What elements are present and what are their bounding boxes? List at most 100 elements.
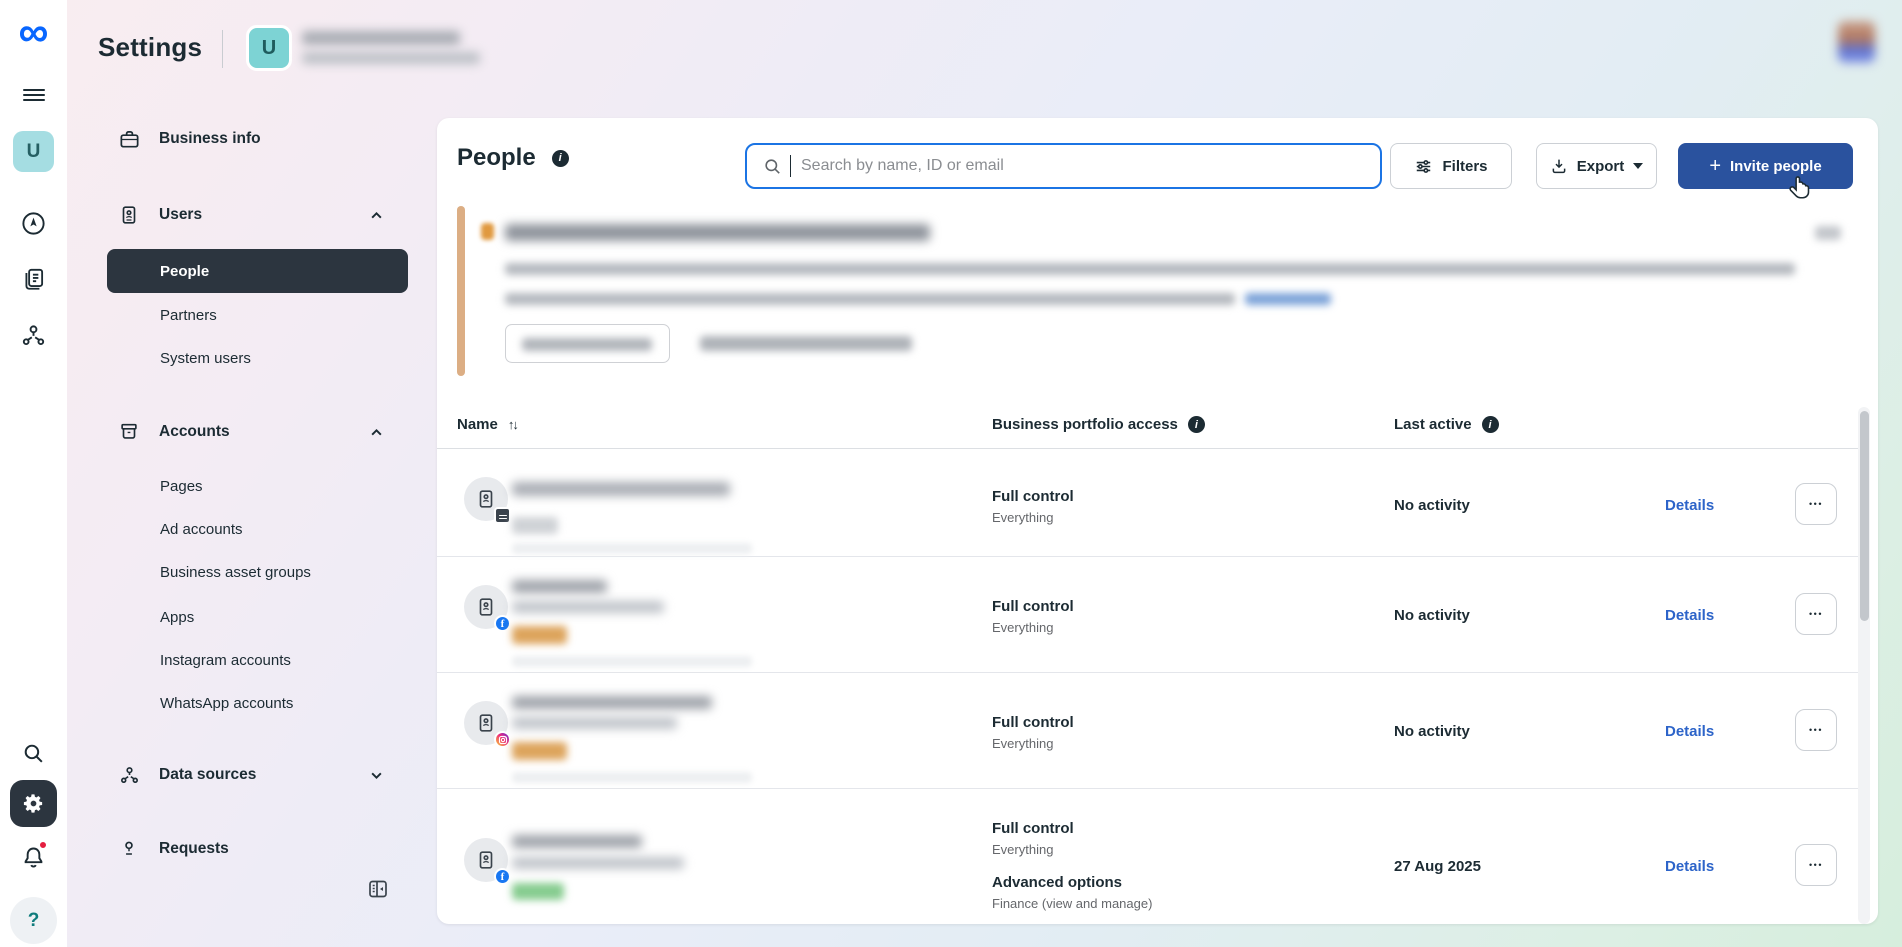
sidebar-section-requests[interactable]: Requests	[117, 834, 229, 864]
meta-logo-icon[interactable]: ∞	[0, 6, 67, 58]
access-level: Full control	[992, 820, 1152, 837]
plus-icon: +	[1709, 156, 1721, 176]
banner-title-redacted	[505, 224, 930, 241]
sort-icon[interactable]: ↑↓	[508, 417, 517, 432]
left-rail: ∞ U ?	[0, 0, 67, 947]
last-active-info-icon[interactable]: i	[1482, 416, 1499, 433]
details-link[interactable]: Details	[1665, 858, 1714, 875]
email-redacted	[512, 857, 684, 869]
access-scope: Everything	[992, 842, 1152, 857]
sidebar-item-system-users[interactable]: System users	[160, 343, 251, 373]
collapse-sidebar-icon[interactable]	[360, 871, 396, 907]
chevron-down-icon[interactable]	[370, 769, 382, 781]
email-redacted	[512, 482, 730, 496]
row-menu-button[interactable]: •••	[1795, 709, 1837, 751]
table-row: f Full control Everything No activity De…	[437, 558, 1858, 673]
access-scope: Everything	[992, 510, 1074, 525]
briefcase-icon	[117, 127, 141, 151]
banner-text-redacted	[505, 263, 1795, 275]
banner-dismiss[interactable]	[1815, 226, 1841, 240]
name-redacted	[512, 580, 607, 593]
sidebar-item-partners[interactable]: Partners	[160, 300, 217, 330]
avatar: f	[464, 838, 508, 882]
download-icon	[1550, 157, 1568, 175]
scrollbar-thumb[interactable]	[1860, 411, 1869, 621]
access-scope: Everything	[992, 736, 1074, 751]
chevron-up-icon[interactable]	[370, 426, 382, 438]
user-profile-photo[interactable]	[1838, 21, 1875, 63]
chevron-up-icon[interactable]	[370, 209, 382, 221]
business-portfolio-icon[interactable]	[11, 262, 56, 296]
search-input[interactable]	[801, 157, 1380, 175]
details-link[interactable]: Details	[1665, 497, 1714, 514]
people-panel: People i Filters Export + Invite people	[437, 118, 1878, 924]
banner-accent-bar	[457, 206, 465, 376]
access-scope: Everything	[992, 620, 1074, 635]
menu-icon[interactable]	[11, 78, 56, 112]
name-redacted	[512, 835, 642, 848]
export-button[interactable]: Export	[1536, 143, 1657, 189]
row-menu-button[interactable]: •••	[1795, 844, 1837, 886]
active-chip-redacted	[512, 883, 564, 900]
sidebar-item-apps[interactable]: Apps	[160, 602, 194, 632]
person-icon	[117, 837, 141, 861]
sidebar-section-users[interactable]: Users	[117, 200, 202, 230]
invite-people-button[interactable]: + Invite people	[1678, 143, 1853, 189]
access-info-icon[interactable]: i	[1188, 416, 1205, 433]
filters-button[interactable]: Filters	[1390, 143, 1512, 189]
details-link[interactable]: Details	[1665, 607, 1714, 624]
banner-secondary-link[interactable]	[700, 336, 912, 351]
pending-chip-redacted	[512, 742, 567, 760]
table-row: Full control Everything No activity Deta…	[437, 674, 1858, 789]
access-level: Full control	[992, 714, 1074, 731]
row-menu-button[interactable]: •••	[1795, 593, 1837, 635]
notification-badge	[38, 840, 48, 850]
id-card-icon	[117, 203, 141, 227]
warning-icon	[481, 223, 494, 240]
notifications-icon[interactable]	[11, 840, 56, 874]
network-icon	[117, 763, 141, 787]
people-info-icon[interactable]: i	[552, 150, 569, 167]
avatar: f	[464, 585, 508, 629]
settings-icon[interactable]	[10, 780, 57, 827]
banner-action-button[interactable]	[505, 324, 670, 363]
row-menu-button[interactable]: •••	[1795, 483, 1837, 525]
column-access: Business portfolio access i	[992, 416, 1205, 433]
banner-link-redacted[interactable]	[1245, 293, 1331, 305]
box-icon	[117, 420, 141, 444]
settings-nav: Business info Users People Partners Syst…	[67, 0, 437, 947]
table-header: Name ↑↓ Business portfolio access i Last…	[437, 406, 1858, 449]
sidebar-section-accounts[interactable]: Accounts	[117, 417, 230, 447]
ads-manager-icon[interactable]	[11, 206, 56, 240]
status-chip-redacted	[512, 517, 558, 534]
sidebar-item-business-asset-groups[interactable]: Business asset groups	[160, 557, 311, 587]
scrollbar-track[interactable]	[1858, 407, 1870, 924]
pending-chip-redacted	[512, 626, 567, 644]
sidebar-item-people[interactable]: People	[107, 249, 408, 293]
avatar	[464, 701, 508, 745]
banner-text-redacted	[505, 293, 1235, 305]
facebook-badge-icon: f	[494, 615, 511, 632]
table-row: Full control Everything No activity Deta…	[437, 455, 1858, 557]
sidebar-item-whatsapp-accounts[interactable]: WhatsApp accounts	[160, 688, 293, 718]
column-name[interactable]: Name ↑↓	[457, 416, 517, 433]
caret-down-icon	[1633, 163, 1643, 169]
search-bar[interactable]	[745, 143, 1382, 189]
sidebar-item-instagram-accounts[interactable]: Instagram accounts	[160, 645, 291, 675]
name-redacted	[512, 696, 712, 709]
sidebar-section-data-sources[interactable]: Data sources	[117, 760, 256, 790]
notice-banner	[457, 206, 1844, 376]
sidebar-item-business-info[interactable]: Business info	[117, 124, 261, 154]
sidebar-item-pages[interactable]: Pages	[160, 471, 203, 501]
details-link[interactable]: Details	[1665, 723, 1714, 740]
last-active-value: 27 Aug 2025	[1394, 858, 1481, 875]
help-icon[interactable]: ?	[10, 897, 57, 944]
last-active-value: No activity	[1394, 723, 1470, 740]
business-avatar[interactable]: U	[13, 131, 54, 172]
text-cursor	[790, 155, 791, 177]
connections-icon[interactable]	[11, 318, 56, 352]
magnifier-icon	[763, 157, 782, 176]
access-scope-2: Finance (view and manage)	[992, 896, 1152, 911]
sidebar-item-ad-accounts[interactable]: Ad accounts	[160, 514, 243, 544]
search-icon[interactable]	[11, 736, 56, 770]
